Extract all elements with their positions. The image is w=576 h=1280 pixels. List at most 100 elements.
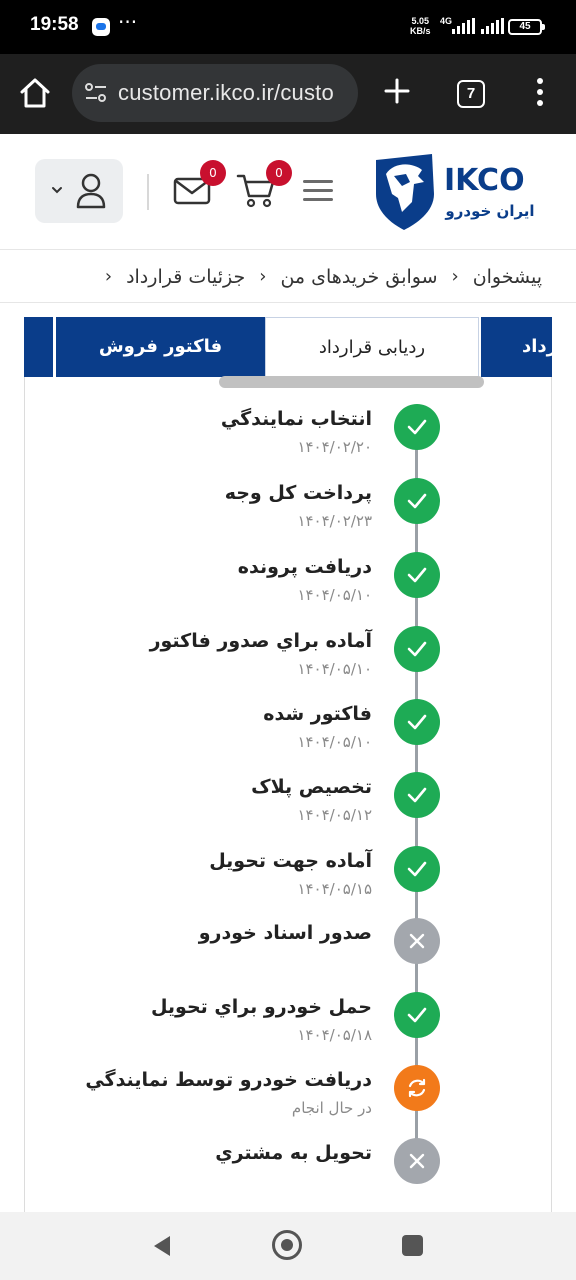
step-date: در حال انجام bbox=[291, 1099, 372, 1117]
tab-contract[interactable]: رداد bbox=[478, 317, 552, 377]
chevron-down-icon bbox=[52, 187, 62, 194]
close-icon bbox=[409, 933, 425, 949]
timeline-step: دريافت خودرو توسط نمايندگي در حال انجام bbox=[24, 1065, 552, 1125]
step-date: ۱۴۰۴/۰۵/۱۵ bbox=[297, 880, 372, 898]
user-menu-button[interactable] bbox=[35, 159, 123, 223]
step-title: انتخاب نمايندگي bbox=[220, 408, 372, 430]
refresh-icon bbox=[408, 1078, 426, 1098]
step-title: آماده جهت تحويل bbox=[209, 850, 372, 872]
step-title: صدور اسناد خودرو bbox=[198, 922, 372, 944]
check-icon bbox=[407, 861, 427, 877]
step-status-in-progress bbox=[394, 1065, 440, 1111]
check-icon bbox=[407, 493, 427, 509]
new-tab-icon[interactable] bbox=[382, 76, 412, 106]
logo-subtext: ایران خودرو bbox=[444, 202, 534, 220]
back-icon[interactable] bbox=[150, 1234, 174, 1258]
tabs-scrollbar[interactable] bbox=[219, 376, 484, 388]
check-icon bbox=[407, 1007, 427, 1023]
logo-text: IKCO bbox=[444, 163, 525, 198]
messages-notification-icon bbox=[92, 18, 110, 36]
breadcrumb-separator-icon: ‹ bbox=[259, 266, 267, 287]
step-date: ۱۴۰۴/۰۵/۱۸ bbox=[297, 1026, 372, 1044]
step-status-skipped bbox=[394, 918, 440, 964]
timeline-step: تخصيص پلاک ۱۴۰۴/۰۵/۱۲ bbox=[24, 772, 552, 832]
cart-badge: 0 bbox=[266, 160, 292, 186]
home-button-icon[interactable] bbox=[272, 1230, 302, 1260]
step-status-done bbox=[394, 552, 440, 598]
network-type: 4G bbox=[440, 16, 453, 26]
breadcrumb-separator-icon: ‹ bbox=[104, 266, 113, 287]
step-date: ۱۴۰۴/۰۵/۱۰ bbox=[297, 660, 372, 678]
step-status-done bbox=[394, 478, 440, 524]
step-title: تحويل به مشتري bbox=[215, 1142, 372, 1164]
tab-contract-tracking[interactable]: ردیابی قرارداد bbox=[265, 317, 479, 377]
timeline-step: انتخاب نمايندگي ۱۴۰۴/۰۲/۲۰ bbox=[24, 404, 552, 464]
step-status-done bbox=[394, 626, 440, 672]
home-icon[interactable] bbox=[18, 76, 52, 110]
timeline-step: آماده جهت تحويل ۱۴۰۴/۰۵/۱۵ bbox=[24, 846, 552, 906]
signal-icon bbox=[452, 18, 475, 34]
ikco-logo[interactable]: IKCO ایران خودرو bbox=[372, 154, 542, 230]
breadcrumb-item-purchases[interactable]: سوابق خریدهای من bbox=[280, 266, 437, 288]
site-header: 0 0 IKCO ایران خودرو bbox=[0, 134, 576, 250]
site-settings-icon[interactable] bbox=[84, 82, 108, 104]
step-status-done bbox=[394, 404, 440, 450]
status-bar: 19:58 ··· 5.05 KB/s 4G 45 bbox=[0, 0, 576, 54]
breadcrumb-item-dashboard[interactable]: پیشخوان bbox=[473, 266, 542, 288]
check-icon bbox=[407, 714, 427, 730]
timeline-step: تحويل به مشتري bbox=[24, 1138, 552, 1198]
tab-separator bbox=[53, 317, 56, 377]
step-status-done bbox=[394, 846, 440, 892]
check-icon bbox=[407, 787, 427, 803]
status-time: 19:58 bbox=[30, 14, 79, 35]
timeline-step: حمل خودرو براي تحويل ۱۴۰۴/۰۵/۱۸ bbox=[24, 992, 552, 1052]
breadcrumb: پیشخوان ‹ سوابق خریدهای من ‹ جزئیات قرار… bbox=[0, 251, 576, 303]
url-text: customer.ikco.ir/custo bbox=[118, 80, 334, 105]
step-title: تخصيص پلاک bbox=[251, 776, 372, 798]
check-icon bbox=[407, 419, 427, 435]
step-title: آماده براي صدور فاکتور bbox=[149, 630, 372, 652]
tab-sales-invoice[interactable]: فاکتور فروش bbox=[56, 317, 265, 377]
step-title: فاکتور شده bbox=[263, 703, 372, 725]
step-status-done bbox=[394, 699, 440, 745]
header-divider bbox=[147, 174, 149, 210]
timeline-step: صدور اسناد خودرو bbox=[24, 918, 552, 978]
step-title: حمل خودرو براي تحويل bbox=[150, 996, 372, 1018]
step-title: پرداخت کل وجه bbox=[224, 482, 372, 504]
timeline-step: پرداخت کل وجه ۱۴۰۴/۰۲/۲۳ bbox=[24, 478, 552, 538]
signal-icon-2 bbox=[481, 18, 504, 34]
timeline-step: آماده براي صدور فاکتور ۱۴۰۴/۰۵/۱۰ bbox=[24, 626, 552, 686]
more-notifications-icon: ··· bbox=[118, 10, 138, 34]
browser-menu-icon[interactable] bbox=[530, 78, 550, 110]
step-date: ۱۴۰۴/۰۵/۱۰ bbox=[297, 733, 372, 751]
step-status-done bbox=[394, 992, 440, 1038]
tab-bar: رداد ردیابی قرارداد فاکتور فروش bbox=[24, 317, 552, 377]
address-bar[interactable]: customer.ikco.ir/custo bbox=[72, 64, 358, 122]
check-icon bbox=[407, 567, 427, 583]
step-date: ۱۴۰۴/۰۵/۱۰ bbox=[297, 586, 372, 604]
network-speed: 5.05 KB/s bbox=[410, 16, 431, 36]
browser-toolbar: customer.ikco.ir/custo 7 bbox=[0, 54, 576, 134]
mail-badge: 0 bbox=[200, 160, 226, 186]
step-date: ۱۴۰۴/۰۲/۲۰ bbox=[297, 438, 372, 456]
step-status-done bbox=[394, 772, 440, 818]
timeline-step: فاکتور شده ۱۴۰۴/۰۵/۱۰ bbox=[24, 699, 552, 759]
hamburger-menu-icon[interactable] bbox=[303, 180, 333, 202]
recent-apps-icon[interactable] bbox=[402, 1235, 423, 1256]
timeline-step: دريافت پرونده ۱۴۰۴/۰۵/۱۰ bbox=[24, 552, 552, 612]
step-status-skipped bbox=[394, 1138, 440, 1184]
network-speed-unit: KB/s bbox=[410, 26, 431, 36]
battery-icon: 45 bbox=[508, 19, 545, 35]
step-date: ۱۴۰۴/۰۲/۲۳ bbox=[297, 512, 372, 530]
step-date: ۱۴۰۴/۰۵/۱۲ bbox=[297, 806, 372, 824]
step-title: دريافت پرونده bbox=[237, 556, 372, 578]
user-icon bbox=[76, 173, 106, 209]
network-speed-value: 5.05 bbox=[411, 16, 430, 26]
tab-switcher-button[interactable]: 7 bbox=[457, 80, 485, 108]
step-title: دريافت خودرو توسط نمايندگي bbox=[85, 1069, 372, 1091]
system-nav-bar bbox=[0, 1212, 576, 1280]
breadcrumb-separator-icon: ‹ bbox=[451, 266, 459, 287]
close-icon bbox=[409, 1153, 425, 1169]
check-icon bbox=[407, 641, 427, 657]
breadcrumb-item-contract-details[interactable]: جزئیات قرارداد bbox=[126, 266, 245, 288]
